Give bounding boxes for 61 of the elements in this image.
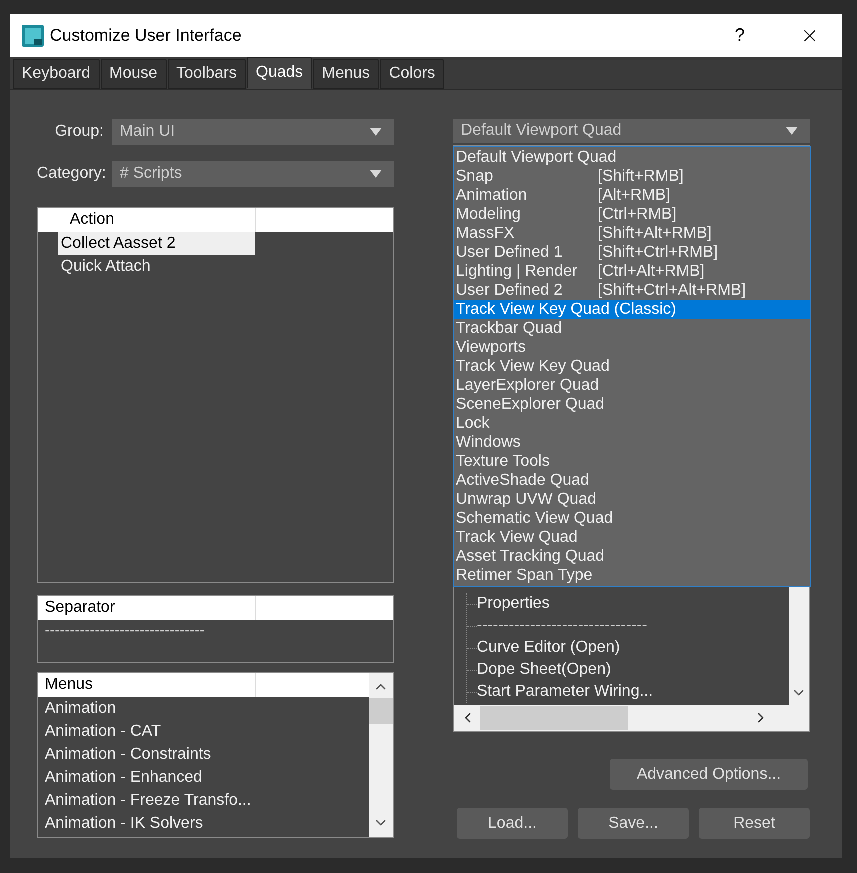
list-item[interactable]: Animation - IK Solvers	[38, 812, 369, 835]
dropdown-option[interactable]: SceneExplorer Quad	[454, 395, 810, 414]
tab[interactable]: Mouse	[100, 59, 167, 89]
dropdown[interactable]: Main UI	[112, 119, 394, 145]
dropdown-option[interactable]: Track View Quad	[454, 528, 810, 547]
dialog-button[interactable]: Reset	[699, 808, 810, 839]
tree-item[interactable]: Start Parameter Wiring...	[477, 680, 654, 704]
dropdown-option[interactable]: Texture Tools	[454, 452, 810, 471]
list-item[interactable]: Animation - Freeze Transfo...	[38, 789, 369, 812]
help-button[interactable]: ?	[720, 22, 760, 49]
tab[interactable]: Colors	[380, 59, 444, 89]
dropdown-option[interactable]: Track View Key Quad	[454, 357, 810, 376]
caret-icon	[370, 169, 382, 179]
dialog-button[interactable]: Load...	[457, 808, 568, 839]
caret-icon	[370, 127, 382, 137]
dropdown-option[interactable]: Snap [Shift+RMB]	[454, 167, 810, 186]
dropdown-option[interactable]: Schematic View Quad	[454, 509, 810, 528]
list-item[interactable]: Animation - CAT	[38, 720, 369, 743]
dropdown-option[interactable]: Viewports	[454, 338, 810, 357]
scrollbar-thumb[interactable]	[369, 698, 393, 724]
dropdown-option[interactable]: LayerExplorer Quad	[454, 376, 810, 395]
tab[interactable]: Keyboard	[13, 59, 100, 89]
tree-item[interactable]: Curve Editor (Open)	[477, 636, 620, 660]
list-item[interactable]: Animation	[38, 697, 369, 720]
tree-item[interactable]: Dope Sheet(Open)	[477, 658, 612, 682]
dropdown-option[interactable]: Windows	[454, 433, 810, 452]
scrollbar-thumb[interactable]	[480, 706, 628, 730]
list-item[interactable]: Animation - Constraints	[38, 743, 369, 766]
window-title: Customize User Interface	[50, 24, 242, 47]
dropdown-option[interactable]: User Defined 1 [Shift+Ctrl+RMB]	[454, 243, 810, 262]
vertical-scrollbar[interactable]	[369, 673, 393, 837]
dropdown-option[interactable]: Lighting | Render [Ctrl+Alt+RMB]	[454, 262, 810, 281]
dropdown-option[interactable]: Trackbar Quad	[454, 319, 810, 338]
tree-item[interactable]: Properties	[477, 592, 550, 616]
list-item[interactable]: Collect Aasset 2	[58, 232, 255, 255]
tree-item[interactable]: --------------------------------	[477, 614, 648, 638]
dialog-button[interactable]: Save...	[578, 808, 689, 839]
dropdown[interactable]: # Scripts	[112, 161, 394, 187]
dropdown-option[interactable]: Animation [Alt+RMB]	[454, 186, 810, 205]
list-item[interactable]: --------------------------------	[38, 620, 393, 642]
field-label: Group:	[54, 122, 104, 142]
dropdown-option[interactable]: Track View Key Quad (Classic)	[454, 300, 810, 319]
tab[interactable]: Toolbars	[168, 59, 246, 89]
dropdown-option[interactable]: Asset Tracking Quad	[454, 547, 810, 566]
field-label: Category:	[37, 164, 104, 184]
dropdown-option[interactable]: User Defined 2 [Shift+Ctrl+Alt+RMB]	[454, 281, 810, 300]
dropdown-option[interactable]: MassFX [Shift+Alt+RMB]	[454, 224, 810, 243]
list-item[interactable]: Animation - Enhanced	[38, 766, 369, 789]
tab[interactable]: Menus	[313, 59, 380, 89]
dropdown-option[interactable]: Lock	[454, 414, 810, 433]
quad-dropdown[interactable]: Default Viewport Quad	[453, 119, 810, 143]
app-logo-icon	[22, 24, 44, 46]
dropdown-option[interactable]: Retimer Span Type	[454, 566, 810, 585]
dropdown-option[interactable]: Default Viewport Quad	[454, 148, 810, 167]
tab[interactable]: Quads	[247, 57, 312, 89]
advanced-options-button[interactable]: Advanced Options...	[610, 759, 808, 790]
caret-icon	[786, 126, 798, 136]
list-item[interactable]: Quick Attach	[58, 255, 255, 278]
dropdown-option[interactable]: Modeling [Ctrl+RMB]	[454, 205, 810, 224]
dropdown-option[interactable]: Unwrap UVW Quad	[454, 490, 810, 509]
dropdown-option[interactable]: ActiveShade Quad	[454, 471, 810, 490]
